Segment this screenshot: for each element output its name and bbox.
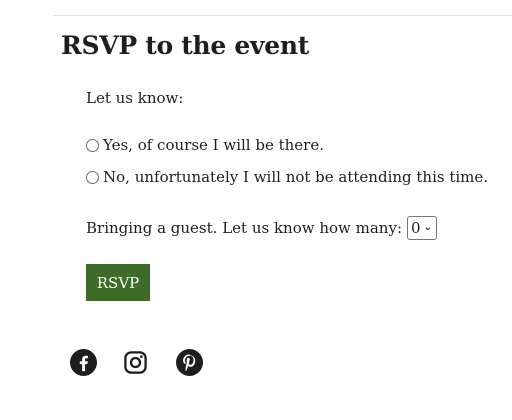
form-prompt: Let us know: [86,89,184,107]
rsvp-page: RSVP to the event Let us know: Yes, of c… [0,0,512,420]
chevron-down-icon: ⌄ [423,222,432,233]
instagram-icon [124,350,147,374]
rsvp-option-no[interactable]: No, unfortunately I will not be attendin… [86,168,488,186]
pinterest-icon [176,348,203,376]
pinterest-link[interactable] [176,348,229,376]
radio-no[interactable] [86,170,99,184]
facebook-link[interactable] [70,348,123,376]
guest-count-row: Bringing a guest. Let us know how many: … [86,216,437,240]
guest-count-value: 0 [411,219,421,237]
page-title: RSVP to the event [61,31,309,60]
guest-count-select[interactable]: 0 ⌄ [407,216,437,240]
instagram-link[interactable] [123,348,176,376]
rsvp-option-no-label: No, unfortunately I will not be attendin… [103,168,489,186]
guest-count-label: Bringing a guest. Let us know how many: [86,219,402,237]
rsvp-form: Let us know: Yes, of course I will be th… [86,88,506,301]
facebook-icon [70,348,97,376]
rsvp-option-yes-label: Yes, of course I will be there. [103,136,324,154]
social-links [70,348,229,376]
rsvp-option-yes[interactable]: Yes, of course I will be there. [86,136,324,154]
radio-yes[interactable] [86,138,99,152]
rsvp-submit-button[interactable]: RSVP [86,264,150,301]
top-divider [53,15,512,16]
